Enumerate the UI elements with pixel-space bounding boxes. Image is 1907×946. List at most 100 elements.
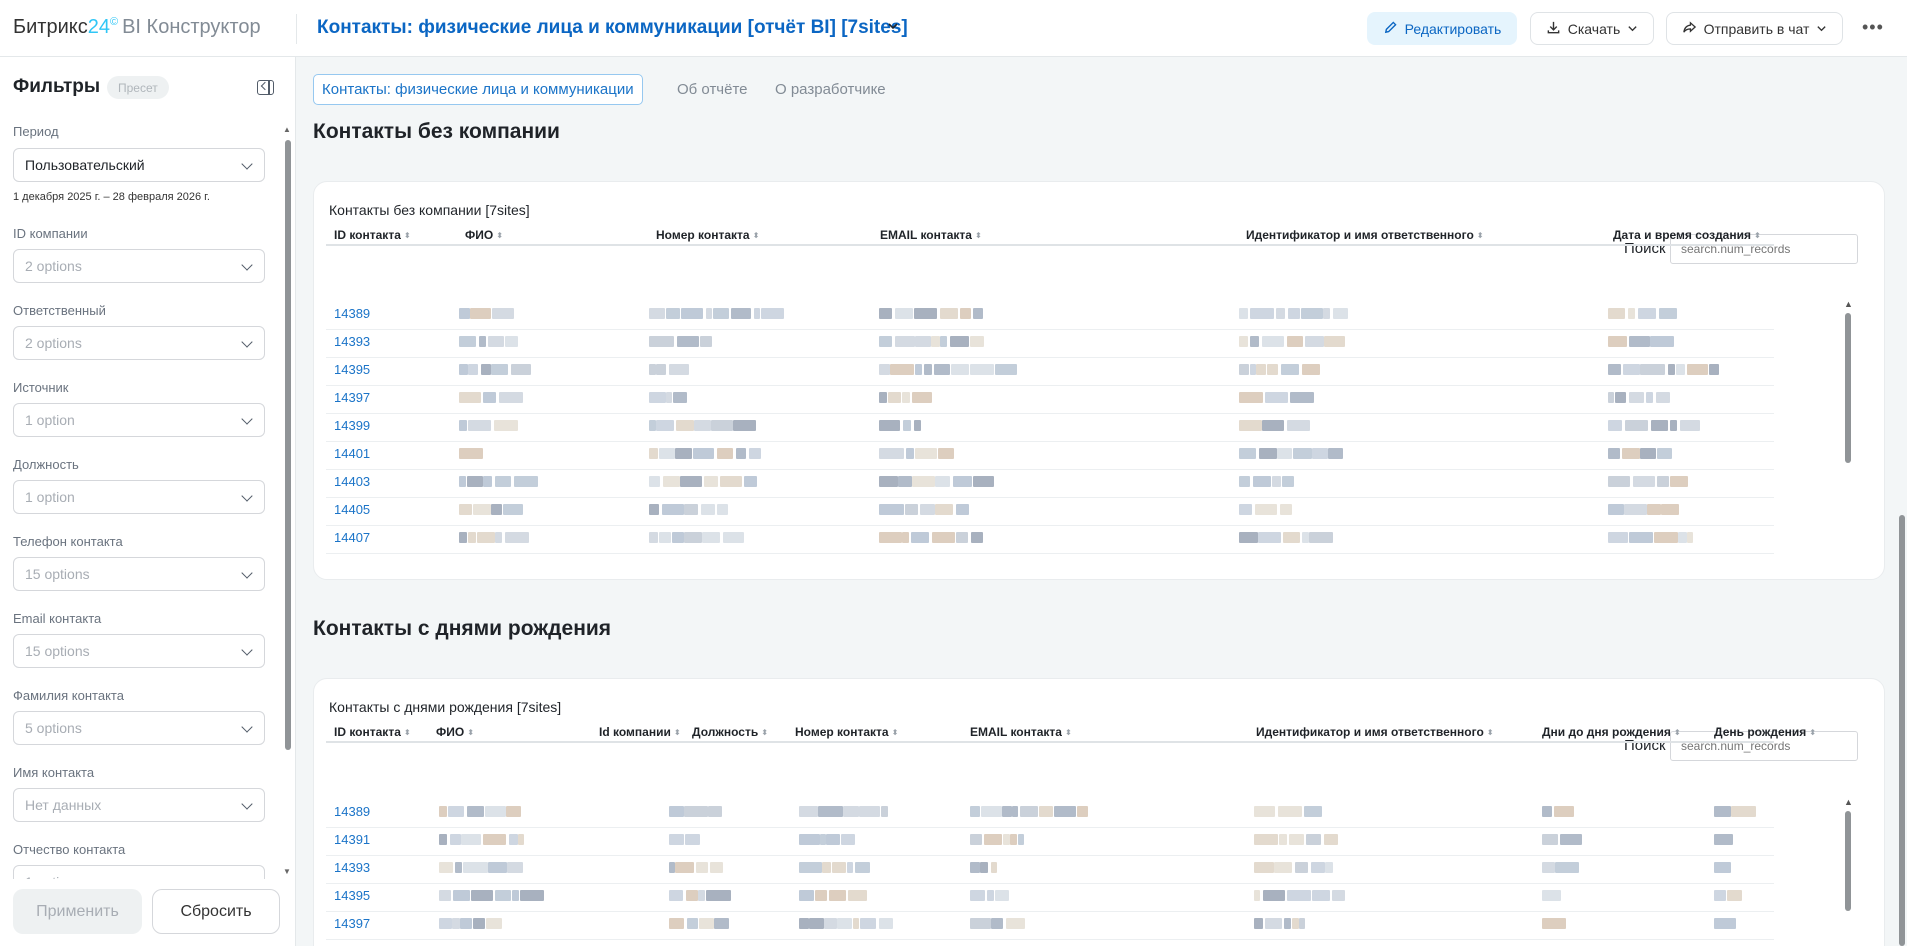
redacted-cell [1668, 364, 1675, 375]
sort-icon[interactable]: ⬍ [1674, 728, 1681, 737]
column-header[interactable]: Номер контакта ⬍ [656, 228, 759, 242]
scroll-up-icon[interactable]: ▲ [1844, 299, 1853, 309]
sort-icon[interactable]: ⬍ [1809, 728, 1816, 737]
email-select[interactable]: 15 options [13, 634, 265, 668]
contact-id-link[interactable]: 14395 [334, 362, 370, 377]
more-options-icon[interactable]: ••• [1862, 17, 1884, 38]
sort-icon[interactable]: ⬍ [753, 231, 760, 240]
scroll-up-icon[interactable]: ▲ [1844, 797, 1853, 807]
tab-about-report[interactable]: Об отчёте [677, 74, 748, 105]
contact-id-link[interactable]: 14397 [334, 390, 370, 405]
report-title[interactable]: Контакты: физические лица и коммуникации… [317, 17, 908, 39]
sort-icon[interactable]: ⬍ [1065, 728, 1072, 737]
position-select[interactable]: 1 option [13, 480, 265, 514]
source-select[interactable]: 1 option [13, 403, 265, 437]
column-header[interactable]: Идентификатор и имя ответственного ⬍ [1246, 228, 1484, 242]
column-header[interactable]: Дата и время создания ⬍ [1613, 228, 1761, 242]
edit-button[interactable]: Редактировать [1367, 12, 1517, 45]
sort-icon[interactable]: ⬍ [467, 728, 474, 737]
contact-id-link[interactable]: 14393 [334, 860, 370, 875]
redacted-cell [971, 532, 983, 543]
firstname-select[interactable]: Нет данных [13, 788, 265, 822]
column-header[interactable]: Должность ⬍ [692, 725, 768, 739]
lastname-select[interactable]: 5 options [13, 711, 265, 745]
redacted-cell [1239, 336, 1248, 347]
sidebar-scrollbar[interactable] [285, 140, 291, 750]
responsible-select[interactable]: 2 options [13, 326, 265, 360]
redacted-cell [736, 448, 746, 459]
contact-id-link[interactable]: 14405 [334, 502, 370, 517]
brand-sub: BI Конструктор [122, 16, 261, 38]
scroll-down-icon[interactable]: ▼ [283, 867, 291, 876]
sort-icon[interactable]: ⬍ [496, 231, 503, 240]
redacted-cell [1293, 448, 1312, 459]
sort-icon[interactable]: ⬍ [892, 728, 899, 737]
row-divider [326, 855, 1774, 856]
column-header[interactable]: Id компании ⬍ [599, 725, 681, 739]
preset-badge[interactable]: Пресет [107, 76, 169, 99]
redacted-cell [1608, 392, 1614, 403]
column-header[interactable]: EMAIL контакта ⬍ [970, 725, 1072, 739]
column-header[interactable]: ФИО ⬍ [465, 228, 503, 242]
redacted-cell [912, 476, 935, 487]
redacted-cell [1277, 448, 1292, 459]
redacted-cell [672, 532, 684, 543]
redacted-cell [761, 308, 784, 319]
redacted-cell [970, 806, 980, 817]
redacted-cell [676, 420, 694, 431]
sort-icon[interactable]: ⬍ [1477, 231, 1484, 240]
contact-id-link[interactable]: 14407 [334, 530, 370, 545]
column-header[interactable]: Номер контакта ⬍ [795, 725, 898, 739]
table-scrollbar[interactable] [1845, 811, 1851, 911]
contact-id-link[interactable]: 14397 [334, 916, 370, 931]
phone-select[interactable]: 15 options [13, 557, 265, 591]
download-button[interactable]: Скачать [1530, 12, 1654, 45]
redacted-cell [970, 834, 982, 845]
contact-id-link[interactable]: 14391 [334, 832, 370, 847]
column-header[interactable]: ID контакта ⬍ [334, 725, 411, 739]
redacted-cell [483, 834, 506, 845]
column-header[interactable]: День рождения ⬍ [1714, 725, 1816, 739]
sort-icon[interactable]: ⬍ [404, 728, 411, 737]
tab-contacts[interactable]: Контакты: физические лица и коммуникации [313, 74, 643, 105]
redacted-cell [1709, 364, 1719, 375]
redacted-cell [1262, 420, 1284, 431]
redacted-cell [915, 336, 931, 347]
contact-id-link[interactable]: 14401 [334, 446, 370, 461]
contact-id-link[interactable]: 14389 [334, 804, 370, 819]
redacted-cell [485, 806, 506, 817]
row-divider [326, 911, 1774, 912]
contact-id-link[interactable]: 14399 [334, 418, 370, 433]
contact-id-link[interactable]: 14389 [334, 306, 370, 321]
column-header[interactable]: Дни до дня рождения ⬍ [1542, 725, 1681, 739]
page-scrollbar[interactable] [1899, 515, 1905, 946]
collapse-sidebar-icon[interactable] [257, 80, 274, 95]
sort-icon[interactable]: ⬍ [1487, 728, 1494, 737]
tab-about-developer[interactable]: О разработчике [775, 74, 886, 105]
sort-icon[interactable]: ⬍ [761, 728, 768, 737]
select-value: 2 options [25, 335, 82, 351]
sort-icon[interactable]: ⬍ [1754, 231, 1761, 240]
send-to-chat-button[interactable]: Отправить в чат [1666, 12, 1843, 45]
period-select[interactable]: Пользовательский [13, 148, 265, 182]
sort-icon[interactable]: ⬍ [975, 231, 982, 240]
scroll-up-icon[interactable]: ▲ [283, 125, 291, 134]
column-header[interactable]: EMAIL контакта ⬍ [880, 228, 982, 242]
column-header[interactable]: ФИО ⬍ [436, 725, 474, 739]
contact-id-link[interactable]: 14403 [334, 474, 370, 489]
reset-button[interactable]: Сбросить [152, 889, 280, 934]
table-scrollbar[interactable] [1845, 313, 1851, 463]
redacted-cell [503, 504, 523, 515]
chevron-down-icon[interactable] [887, 19, 899, 37]
filters-title: Фильтры [13, 76, 101, 97]
column-header[interactable]: Идентификатор и имя ответственного ⬍ [1256, 725, 1494, 739]
apply-button[interactable]: Применить [13, 889, 142, 934]
contact-id-link[interactable]: 14395 [334, 888, 370, 903]
column-header[interactable]: ID контакта ⬍ [334, 228, 411, 242]
sort-icon[interactable]: ⬍ [404, 231, 411, 240]
contact-id-link[interactable]: 14393 [334, 334, 370, 349]
redacted-cell [659, 448, 675, 459]
sort-icon[interactable]: ⬍ [674, 728, 681, 737]
company-id-select[interactable]: 2 options [13, 249, 265, 283]
app-logo[interactable]: Битрикс24© BI Конструктор [13, 16, 261, 39]
